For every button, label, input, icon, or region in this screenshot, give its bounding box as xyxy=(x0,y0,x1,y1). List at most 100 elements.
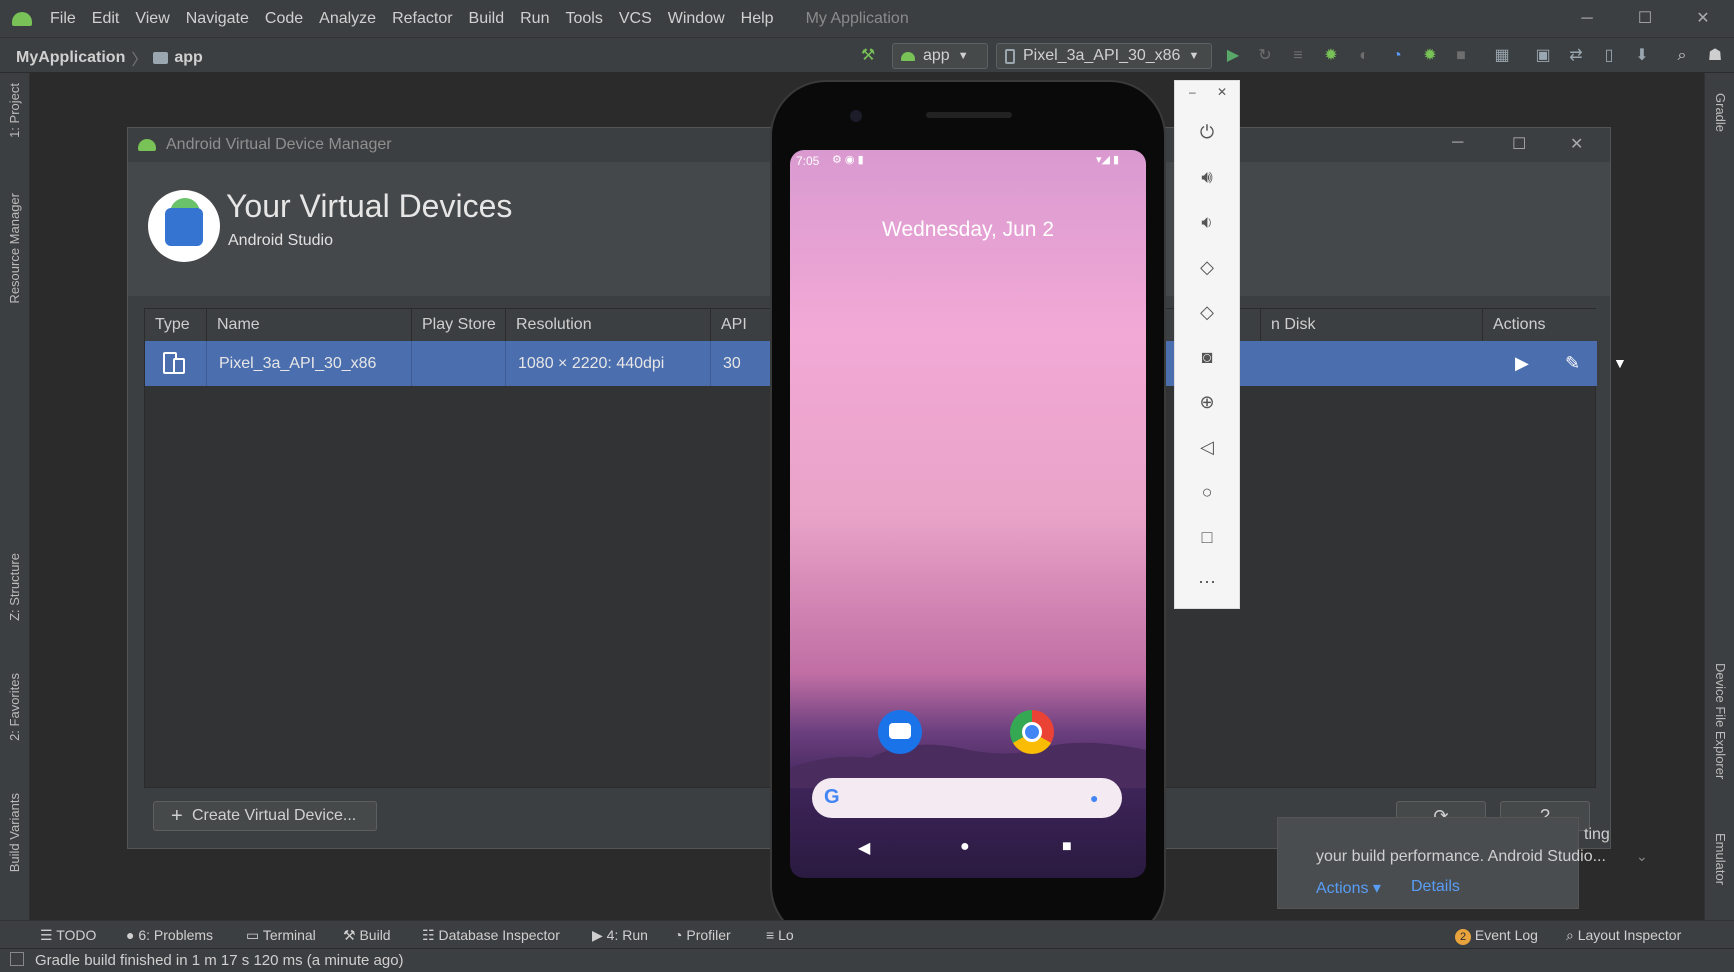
status-toggle-icon[interactable] xyxy=(10,952,24,966)
menu-build[interactable]: Build xyxy=(461,10,513,28)
status-bar: Gradle build finished in 1 m 17 s 120 ms… xyxy=(0,948,1734,972)
overview-icon[interactable]: □ xyxy=(1175,517,1239,557)
account-icon[interactable]: ☗ xyxy=(1705,46,1725,66)
column-header-resolution[interactable]: Resolution xyxy=(506,309,711,341)
close-icon[interactable]: ✕ xyxy=(1674,0,1732,37)
assistant-icon[interactable]: ● xyxy=(1090,790,1098,806)
profile-icon[interactable]: ◔ xyxy=(1387,46,1407,66)
tool-tab-build[interactable]: ⚒ Build xyxy=(343,927,391,944)
menu-file[interactable]: File xyxy=(42,10,84,28)
coverage-icon[interactable]: ◐ xyxy=(1354,46,1374,66)
minimize-icon[interactable]: ─ xyxy=(1452,134,1463,152)
hammer-icon[interactable]: ⚒ xyxy=(858,46,878,66)
launch-device-icon[interactable]: ▶ xyxy=(1515,341,1529,386)
search-icon[interactable]: ⌕ xyxy=(1672,46,1692,66)
tool-tab-emulator[interactable]: Emulator xyxy=(1713,833,1728,885)
menu-analyze[interactable]: Analyze xyxy=(311,10,384,28)
minimize-icon[interactable]: ─ xyxy=(1558,0,1616,37)
menu-vcs[interactable]: VCS xyxy=(611,10,660,28)
home-icon[interactable]: ○ xyxy=(1175,472,1239,512)
menu-run[interactable]: Run xyxy=(512,10,557,28)
notification-balloon: ting your build performance. Android Stu… xyxy=(1277,817,1648,909)
menu-help[interactable]: Help xyxy=(733,10,782,28)
camera-icon[interactable]: ◙ xyxy=(1175,337,1239,377)
tool-tab-layout-inspector[interactable]: ⌕ Layout Inspector xyxy=(1566,927,1681,944)
tool-tab-build-variants[interactable]: Build Variants xyxy=(7,793,22,872)
left-tool-strip: 1: Project Resource Manager Z: Structure… xyxy=(0,73,30,943)
notification-actions-link[interactable]: Actions ▾ xyxy=(1316,878,1381,898)
messages-app-icon[interactable] xyxy=(878,710,922,754)
rotate-right-icon[interactable]: ◇ xyxy=(1175,292,1239,332)
more-icon[interactable]: ⋯ xyxy=(1175,562,1239,602)
column-header-type[interactable]: Type xyxy=(145,309,207,341)
debug-icon[interactable]: ✹ xyxy=(1321,46,1341,66)
close-icon[interactable]: ✕ xyxy=(1570,134,1583,154)
column-header-actions[interactable]: Actions xyxy=(1483,309,1597,341)
avd-manager-icon[interactable]: ▣ xyxy=(1533,46,1553,66)
tool-tab-todo[interactable]: ☰ TODO xyxy=(40,927,96,944)
tool-tab-problems[interactable]: ● 6: Problems xyxy=(126,927,213,943)
close-icon[interactable]: ✕ xyxy=(1217,85,1227,99)
emulator-screen[interactable]: 7:05 ⚙ ◉ ▮ ▾◢ ▮ Wednesday, Jun 2 G ● ◀ ●… xyxy=(790,150,1146,878)
menu-edit[interactable]: Edit xyxy=(84,10,128,28)
zoom-icon[interactable]: ⊕ xyxy=(1175,382,1239,422)
run-config-select[interactable]: app ▼ xyxy=(892,43,988,69)
menu-navigate[interactable]: Navigate xyxy=(178,10,257,28)
notification-details-link[interactable]: Details xyxy=(1411,878,1460,896)
tool-tab-resource-manager[interactable]: Resource Manager xyxy=(7,193,22,304)
menu-tools[interactable]: Tools xyxy=(557,10,610,28)
tool-tab-gradle[interactable]: Gradle xyxy=(1713,93,1728,132)
notification-partial-text: ting xyxy=(1584,826,1610,843)
breadcrumb-separator: 〉 xyxy=(131,52,148,69)
volume-down-icon[interactable]: 🔉︎ xyxy=(1175,202,1239,242)
tool-tab-profiler[interactable]: ◔ Profiler xyxy=(674,927,731,943)
edit-device-icon[interactable]: ✎ xyxy=(1565,341,1580,386)
collapse-chevron-icon[interactable]: ⌄ xyxy=(1636,848,1648,865)
maximize-icon[interactable]: ☐ xyxy=(1512,134,1526,154)
more-actions-chevron-icon[interactable]: ▼ xyxy=(1613,341,1627,386)
home-icon[interactable]: ● xyxy=(960,838,970,856)
breadcrumb-project[interactable]: MyApplication xyxy=(16,49,125,67)
menu-refactor[interactable]: Refactor xyxy=(384,10,460,28)
tool-tab-event-log[interactable]: 2 Event Log xyxy=(1455,927,1538,945)
tool-tab-run[interactable]: ▶ 4: Run xyxy=(592,927,648,944)
menu-window[interactable]: Window xyxy=(660,10,733,28)
tool-tab-structure[interactable]: Z: Structure xyxy=(7,553,22,621)
menu-view[interactable]: View xyxy=(127,10,177,28)
maximize-icon[interactable]: ☐ xyxy=(1616,0,1674,37)
emulator-controls-panel: – ✕ ⏻ 🔊︎ 🔉︎ ◇ ◇ ◙ ⊕ ◁ ○ □ ⋯ xyxy=(1174,80,1240,609)
stop-icon[interactable]: ■ xyxy=(1451,46,1471,66)
sdk-manager-icon[interactable]: ⬇ xyxy=(1632,46,1652,66)
tool-tab-favorites[interactable]: 2: Favorites xyxy=(7,673,22,741)
breadcrumb-module[interactable]: app xyxy=(174,49,202,67)
run-icon[interactable]: ▶ xyxy=(1223,46,1243,66)
tool-tab-logcat[interactable]: ≡ Lo xyxy=(766,927,794,943)
minimize-icon[interactable]: – xyxy=(1189,85,1196,99)
power-icon[interactable]: ⏻ xyxy=(1175,112,1239,152)
project-structure-icon[interactable]: ▦ xyxy=(1492,46,1512,66)
column-header-name[interactable]: Name xyxy=(207,309,412,341)
menu-code[interactable]: Code xyxy=(257,10,311,28)
overview-icon[interactable]: ■ xyxy=(1062,838,1072,856)
google-search-bar[interactable]: G ● xyxy=(812,778,1122,818)
column-header-play-store[interactable]: Play Store xyxy=(412,309,506,341)
device-manager-icon[interactable]: ▯ xyxy=(1599,46,1619,66)
back-icon[interactable]: ◀ xyxy=(858,838,870,858)
sync-gradle-icon[interactable]: ⇄ xyxy=(1566,46,1586,66)
back-icon[interactable]: ◁ xyxy=(1175,427,1239,467)
tool-tab-terminal[interactable]: ▭ Terminal xyxy=(246,927,316,944)
attach-debugger-icon[interactable]: ✹ xyxy=(1420,46,1440,66)
volume-up-icon[interactable]: 🔊︎ xyxy=(1175,157,1239,197)
create-virtual-device-button[interactable]: + Create Virtual Device... xyxy=(153,801,377,831)
column-header-size-on-disk[interactable]: n Disk xyxy=(1261,309,1483,341)
rotate-left-icon[interactable]: ◇ xyxy=(1175,247,1239,287)
tool-tab-database-inspector[interactable]: ☷ Database Inspector xyxy=(422,927,560,944)
device-select[interactable]: Pixel_3a_API_30_x86 ▼ xyxy=(996,43,1212,69)
chrome-app-icon[interactable] xyxy=(1010,710,1054,754)
event-count-badge: 2 xyxy=(1455,929,1471,945)
apply-changes-icon[interactable]: ≡ xyxy=(1288,46,1308,66)
rerun-icon[interactable]: ↻ xyxy=(1255,46,1275,66)
tool-tab-project[interactable]: 1: Project xyxy=(7,83,22,138)
tool-tab-device-file-explorer[interactable]: Device File Explorer xyxy=(1713,663,1728,779)
plus-icon: + xyxy=(171,805,183,827)
